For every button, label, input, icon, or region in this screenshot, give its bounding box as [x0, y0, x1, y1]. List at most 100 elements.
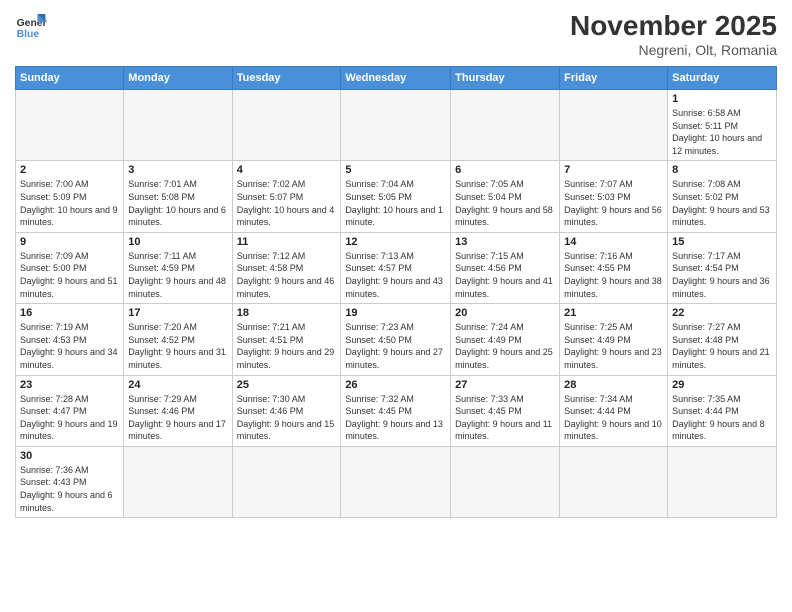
table-row [560, 90, 668, 161]
day-number: 30 [20, 450, 119, 462]
day-info: Sunrise: 7:02 AM Sunset: 5:07 PM Dayligh… [237, 178, 337, 228]
day-number: 9 [20, 236, 119, 248]
header-thursday: Thursday [451, 67, 560, 90]
title-block: November 2025 Negreni, Olt, Romania [570, 10, 777, 58]
table-row: 28 Sunrise: 7:34 AM Sunset: 4:44 PM Dayli… [560, 375, 668, 446]
table-row: 11 Sunrise: 7:12 AM Sunset: 4:58 PM Dayli… [232, 232, 341, 303]
header-monday: Monday [124, 67, 232, 90]
header-wednesday: Wednesday [341, 67, 451, 90]
table-row: 14 Sunrise: 7:16 AM Sunset: 4:55 PM Dayli… [560, 232, 668, 303]
table-row [232, 90, 341, 161]
table-row: 13 Sunrise: 7:15 AM Sunset: 4:56 PM Dayli… [451, 232, 560, 303]
day-info: Sunrise: 7:33 AM Sunset: 4:45 PM Dayligh… [455, 393, 555, 443]
day-info: Sunrise: 7:05 AM Sunset: 5:04 PM Dayligh… [455, 178, 555, 228]
day-info: Sunrise: 7:30 AM Sunset: 4:46 PM Dayligh… [237, 393, 337, 443]
table-row [560, 446, 668, 517]
table-row: 12 Sunrise: 7:13 AM Sunset: 4:57 PM Dayli… [341, 232, 451, 303]
day-info: Sunrise: 7:23 AM Sunset: 4:50 PM Dayligh… [345, 321, 446, 371]
table-row [16, 90, 124, 161]
calendar-week-row: 23 Sunrise: 7:28 AM Sunset: 4:47 PM Dayli… [16, 375, 777, 446]
day-info: Sunrise: 7:34 AM Sunset: 4:44 PM Dayligh… [564, 393, 663, 443]
day-number: 4 [237, 164, 337, 176]
day-number: 11 [237, 236, 337, 248]
table-row [451, 90, 560, 161]
table-row: 8Sunrise: 7:08 AM Sunset: 5:02 PM Daylig… [668, 161, 777, 232]
day-number: 7 [564, 164, 663, 176]
day-number: 24 [128, 379, 227, 391]
svg-text:Blue: Blue [17, 29, 40, 40]
calendar-week-row: 30 Sunrise: 7:36 AM Sunset: 4:43 PM Dayli… [16, 446, 777, 517]
table-row: 15Sunrise: 7:17 AM Sunset: 4:54 PM Dayli… [668, 232, 777, 303]
table-row: 25 Sunrise: 7:30 AM Sunset: 4:46 PM Dayli… [232, 375, 341, 446]
day-number: 28 [564, 379, 663, 391]
day-info: Sunrise: 7:12 AM Sunset: 4:58 PM Dayligh… [237, 250, 337, 300]
table-row: 1 Sunrise: 6:58 AM Sunset: 5:11 PM Daylig… [668, 90, 777, 161]
day-number: 14 [564, 236, 663, 248]
day-info: Sunrise: 7:20 AM Sunset: 4:52 PM Dayligh… [128, 321, 227, 371]
table-row: 23 Sunrise: 7:28 AM Sunset: 4:47 PM Dayli… [16, 375, 124, 446]
day-number: 16 [20, 307, 119, 319]
day-number: 23 [20, 379, 119, 391]
logo: General Blue [15, 10, 47, 42]
day-number: 12 [345, 236, 446, 248]
header-tuesday: Tuesday [232, 67, 341, 90]
table-row: 26 Sunrise: 7:32 AM Sunset: 4:45 PM Dayli… [341, 375, 451, 446]
day-number: 2 [20, 164, 119, 176]
table-row: 9 Sunrise: 7:09 AM Sunset: 5:00 PM Daylig… [16, 232, 124, 303]
day-info: Sunrise: 7:19 AM Sunset: 4:53 PM Dayligh… [20, 321, 119, 371]
calendar-week-row: 9 Sunrise: 7:09 AM Sunset: 5:00 PM Daylig… [16, 232, 777, 303]
day-number: 26 [345, 379, 446, 391]
table-row: 4 Sunrise: 7:02 AM Sunset: 5:07 PM Daylig… [232, 161, 341, 232]
table-row: 2 Sunrise: 7:00 AM Sunset: 5:09 PM Daylig… [16, 161, 124, 232]
day-number: 3 [128, 164, 227, 176]
day-info: Sunrise: 7:35 AM Sunset: 4:44 PM Dayligh… [672, 393, 772, 443]
table-row: 18Sunrise: 7:21 AM Sunset: 4:51 PM Dayli… [232, 304, 341, 375]
day-number: 25 [237, 379, 337, 391]
day-info: Sunrise: 7:11 AM Sunset: 4:59 PM Dayligh… [128, 250, 227, 300]
table-row: 10 Sunrise: 7:11 AM Sunset: 4:59 PM Dayli… [124, 232, 232, 303]
day-info: Sunrise: 6:58 AM Sunset: 5:11 PM Dayligh… [672, 107, 772, 157]
table-row: 21 Sunrise: 7:25 AM Sunset: 4:49 PM Dayli… [560, 304, 668, 375]
table-row [124, 446, 232, 517]
table-row: 27 Sunrise: 7:33 AM Sunset: 4:45 PM Dayli… [451, 375, 560, 446]
day-info: Sunrise: 7:21 AM Sunset: 4:51 PM Dayligh… [237, 321, 337, 371]
day-number: 10 [128, 236, 227, 248]
header-sunday: Sunday [16, 67, 124, 90]
table-row: 24Sunrise: 7:29 AM Sunset: 4:46 PM Dayli… [124, 375, 232, 446]
day-info: Sunrise: 7:27 AM Sunset: 4:48 PM Dayligh… [672, 321, 772, 371]
day-info: Sunrise: 7:13 AM Sunset: 4:57 PM Dayligh… [345, 250, 446, 300]
day-number: 5 [345, 164, 446, 176]
day-info: Sunrise: 7:25 AM Sunset: 4:49 PM Dayligh… [564, 321, 663, 371]
day-number: 27 [455, 379, 555, 391]
day-info: Sunrise: 7:09 AM Sunset: 5:00 PM Dayligh… [20, 250, 119, 300]
day-info: Sunrise: 7:32 AM Sunset: 4:45 PM Dayligh… [345, 393, 446, 443]
day-info: Sunrise: 7:07 AM Sunset: 5:03 PM Dayligh… [564, 178, 663, 228]
table-row: 6Sunrise: 7:05 AM Sunset: 5:04 PM Daylig… [451, 161, 560, 232]
table-row [341, 446, 451, 517]
day-number: 22 [672, 307, 772, 319]
day-info: Sunrise: 7:00 AM Sunset: 5:09 PM Dayligh… [20, 178, 119, 228]
calendar-header-row: Sunday Monday Tuesday Wednesday Thursday… [16, 67, 777, 90]
day-info: Sunrise: 7:28 AM Sunset: 4:47 PM Dayligh… [20, 393, 119, 443]
day-info: Sunrise: 7:36 AM Sunset: 4:43 PM Dayligh… [20, 464, 119, 514]
calendar-table: Sunday Monday Tuesday Wednesday Thursday… [15, 66, 777, 518]
day-number: 19 [345, 307, 446, 319]
day-info: Sunrise: 7:16 AM Sunset: 4:55 PM Dayligh… [564, 250, 663, 300]
day-number: 1 [672, 93, 772, 105]
day-info: Sunrise: 7:15 AM Sunset: 4:56 PM Dayligh… [455, 250, 555, 300]
table-row: 20Sunrise: 7:24 AM Sunset: 4:49 PM Dayli… [451, 304, 560, 375]
day-number: 21 [564, 307, 663, 319]
table-row: 16 Sunrise: 7:19 AM Sunset: 4:53 PM Dayli… [16, 304, 124, 375]
header-saturday: Saturday [668, 67, 777, 90]
day-info: Sunrise: 7:04 AM Sunset: 5:05 PM Dayligh… [345, 178, 446, 228]
calendar-week-row: 1 Sunrise: 6:58 AM Sunset: 5:11 PM Daylig… [16, 90, 777, 161]
day-info: Sunrise: 7:08 AM Sunset: 5:02 PM Dayligh… [672, 178, 772, 228]
day-number: 29 [672, 379, 772, 391]
logo-icon: General Blue [15, 10, 47, 42]
table-row: 7 Sunrise: 7:07 AM Sunset: 5:03 PM Daylig… [560, 161, 668, 232]
day-number: 13 [455, 236, 555, 248]
calendar-week-row: 16 Sunrise: 7:19 AM Sunset: 4:53 PM Dayli… [16, 304, 777, 375]
month-title: November 2025 [570, 10, 777, 42]
table-row [124, 90, 232, 161]
table-row: 3Sunrise: 7:01 AM Sunset: 5:08 PM Daylig… [124, 161, 232, 232]
